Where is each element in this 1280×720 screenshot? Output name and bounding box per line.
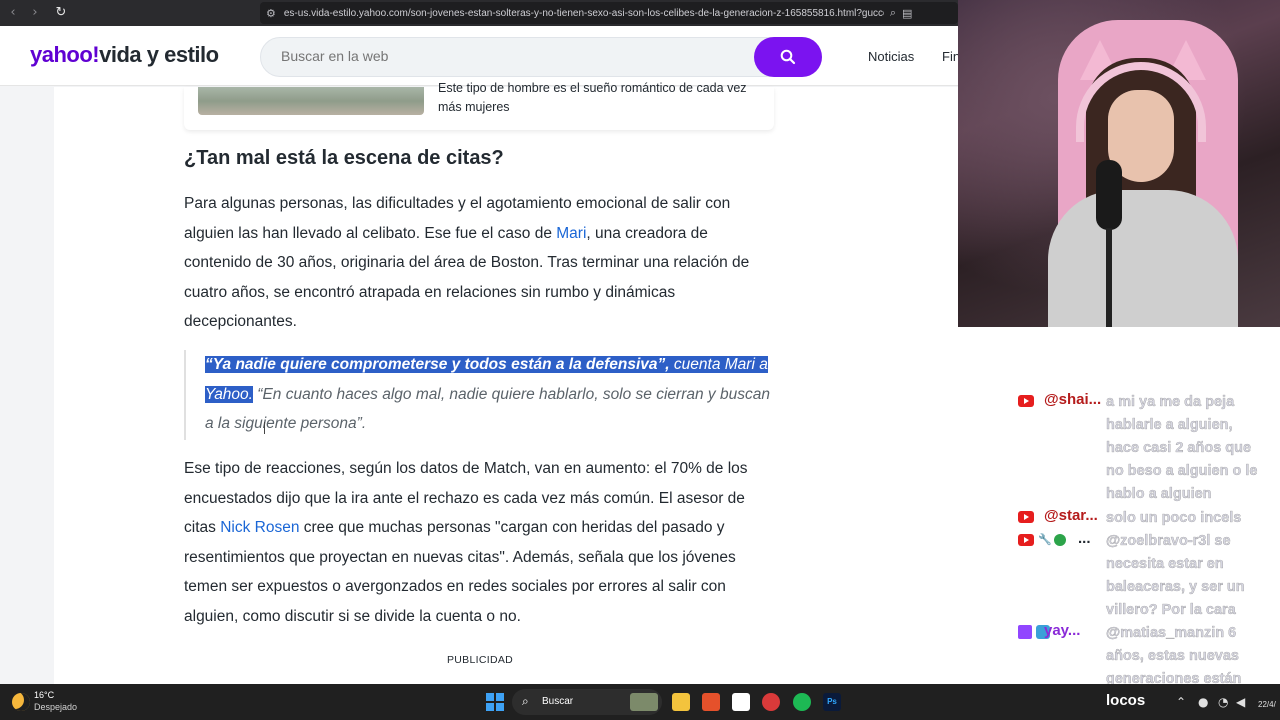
twitch-icon: [1018, 625, 1032, 639]
weather-temp: 16°C: [34, 690, 55, 700]
nav-finanzas[interactable]: Fin: [942, 49, 958, 64]
site-settings-icon[interactable]: ⚙: [266, 7, 276, 20]
microphone: [1096, 160, 1122, 230]
reload-icon[interactable]: ↻: [52, 4, 70, 22]
mic-arm: [1106, 228, 1112, 327]
chat-username: yay...: [1044, 622, 1081, 639]
chat-text: a mi ya me da peja hablarle a alguien, h…: [1106, 394, 1258, 502]
yahoo-logo[interactable]: yahoo!vida y estilo: [30, 42, 219, 68]
browser-toolbar: ‹ › ↻ ⚙ es-us.vida-estilo.yahoo.com/son-…: [0, 0, 958, 26]
chat-username: @star...: [1044, 507, 1098, 524]
chat-text: @zoelbravo-r3l se necesita estar en bale…: [1106, 533, 1245, 618]
search-icon: [780, 49, 796, 65]
blockquote: “Ya nadie quiere comprometerse y todos e…: [184, 350, 774, 440]
clock[interactable]: 22/4/: [1258, 700, 1276, 709]
spotify-icon[interactable]: [793, 693, 811, 711]
chat-text: solo un poco incels: [1106, 510, 1242, 526]
webcam-overlay: [958, 0, 1280, 327]
address-bar[interactable]: ⚙ es-us.vida-estilo.yahoo.com/son-jovene…: [260, 2, 958, 24]
taskbar: 16°C Despejado ⌕ Buscar Ps locos ⌃ ● ◔ ◀…: [0, 684, 1280, 720]
chat-username: ...: [1078, 530, 1091, 547]
moon-icon[interactable]: [12, 693, 30, 711]
wifi-icon[interactable]: ◔: [1218, 695, 1228, 709]
chrome-icon[interactable]: [762, 693, 780, 711]
back-icon[interactable]: ‹: [4, 4, 22, 22]
chat-username: @shai...: [1044, 391, 1102, 408]
logo-brand: yahoo!: [30, 42, 100, 67]
logo-section: vida y estilo: [99, 42, 219, 67]
nick-rosen-link[interactable]: Nick Rosen: [220, 519, 299, 536]
related-article-card[interactable]: Este tipo de hombre es el sueño romántic…: [184, 81, 774, 130]
forward-icon[interactable]: ›: [26, 4, 44, 22]
windows-start-icon[interactable]: [486, 693, 504, 711]
search-input[interactable]: [281, 48, 741, 64]
section-heading: ¿Tan mal está la escena de citas?: [184, 147, 504, 169]
chat-text: @matias_manzin 6 años, estas nuevas gene…: [1106, 625, 1242, 687]
web-page: yahoo!vida y estilo Noticias Fin Este ti…: [0, 26, 958, 684]
search-icon: ⌕: [522, 694, 529, 708]
wrench-icon: 🔧: [1038, 533, 1052, 546]
url-text: es-us.vida-estilo.yahoo.com/son-jovenes-…: [283, 7, 884, 19]
nav-noticias[interactable]: Noticias: [868, 49, 914, 64]
widgets-icon[interactable]: [630, 693, 658, 711]
chat-overlay: @shai... a mi ya me da peja hablarle a a…: [958, 327, 1280, 687]
paragraph-1: Para algunas personas, las dificultades …: [184, 189, 774, 337]
taskbar-search-label: Buscar: [542, 696, 574, 707]
youtube-icon: [1018, 534, 1034, 546]
brave-browser-icon[interactable]: [702, 693, 720, 711]
reader-icon[interactable]: ▤: [902, 7, 912, 20]
mari-link[interactable]: Mari: [556, 225, 586, 242]
file-explorer-icon[interactable]: [672, 693, 690, 711]
site-header: yahoo!vida y estilo Noticias Fin: [0, 26, 958, 86]
related-title: Este tipo de hombre es el sueño romántic…: [438, 81, 747, 114]
photoshop-icon[interactable]: Ps: [823, 693, 841, 711]
related-thumbnail: [198, 87, 424, 115]
quote-rest: “En cuanto haces algo mal, nadie quiere …: [205, 385, 770, 433]
chevron-up-icon[interactable]: ⌃: [1176, 695, 1186, 709]
weather-desc: Despejado: [34, 702, 78, 712]
money-icon: [1054, 534, 1066, 546]
tray-label: locos: [1106, 692, 1146, 709]
text-cursor: [264, 422, 265, 434]
paragraph-2: Ese tipo de reacciones, según los datos …: [184, 454, 774, 631]
streamer-body: [1048, 190, 1238, 327]
youtube-icon: [1018, 395, 1034, 407]
app-icon[interactable]: [732, 693, 750, 711]
youtube-icon: [1018, 511, 1034, 523]
quote-bold: “Ya nadie quiere comprometerse y todos e…: [205, 356, 670, 373]
ad-label: PUBLICIDAD: [447, 654, 514, 666]
zoom-icon[interactable]: ⌕: [890, 6, 896, 20]
search-button[interactable]: [754, 37, 822, 77]
article-body: Este tipo de hombre es el sueño romántic…: [54, 81, 958, 684]
search-box: [260, 37, 822, 77]
volume-icon[interactable]: ◀: [1236, 695, 1245, 709]
microphone-icon[interactable]: ●: [1198, 695, 1208, 709]
